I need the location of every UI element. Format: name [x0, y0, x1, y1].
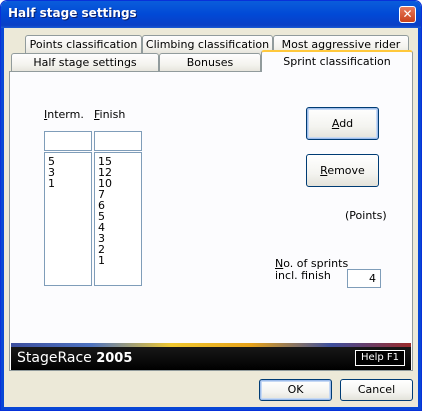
window-frame-right: [418, 28, 421, 410]
help-button[interactable]: Help F1: [355, 350, 405, 366]
cancel-button[interactable]: Cancel: [340, 379, 413, 401]
tab-climbing-classification[interactable]: Climbing classification: [142, 35, 273, 54]
tab-bonuses[interactable]: Bonuses: [159, 53, 261, 72]
tab-half-stage-settings[interactable]: Half stage settings: [11, 53, 159, 72]
sprints-count-field[interactable]: 4: [347, 269, 381, 288]
list-item[interactable]: 1: [98, 255, 141, 266]
close-button[interactable]: ✕: [399, 6, 416, 23]
ok-button[interactable]: OK: [259, 379, 332, 401]
add-button[interactable]: Add: [306, 107, 379, 140]
remove-button[interactable]: Remove: [306, 154, 379, 187]
window-frame-left: [1, 28, 4, 410]
banner-stripe: [11, 343, 411, 347]
stagerace-logo: StageRace 2005: [17, 350, 133, 366]
title-bar[interactable]: Half stage settings ✕: [1, 1, 421, 28]
close-icon: ✕: [402, 7, 413, 21]
interm-input[interactable]: [44, 131, 92, 151]
interm-points-list[interactable]: 531: [44, 152, 92, 286]
sprints-count-label: No. of sprints incl. finish: [275, 257, 349, 282]
dialog-window: Half stage settings ✕ Points classificat…: [0, 0, 422, 411]
tab-sprint-classification[interactable]: Sprint classification: [261, 50, 413, 72]
window-frame-bottom: [1, 407, 421, 410]
stagerace-banner: StageRace 2005 Help F1: [11, 343, 411, 370]
tab-points-classification[interactable]: Points classification: [25, 35, 142, 54]
tab-panel-sprint-classification: Interm. Finish 531 15 12 10 7 6 5 4 3 2 1 Add Rem…: [9, 71, 413, 371]
finish-label: Finish: [94, 108, 126, 121]
list-item[interactable]: 1: [48, 178, 91, 189]
points-unit-label: (Points): [345, 209, 387, 222]
interm-label: Interm.: [44, 108, 84, 121]
finish-input[interactable]: [94, 131, 142, 151]
window-title: Half stage settings: [8, 6, 137, 20]
finish-points-list[interactable]: 15 12 10 7 6 5 4 3 2 1: [94, 152, 142, 286]
